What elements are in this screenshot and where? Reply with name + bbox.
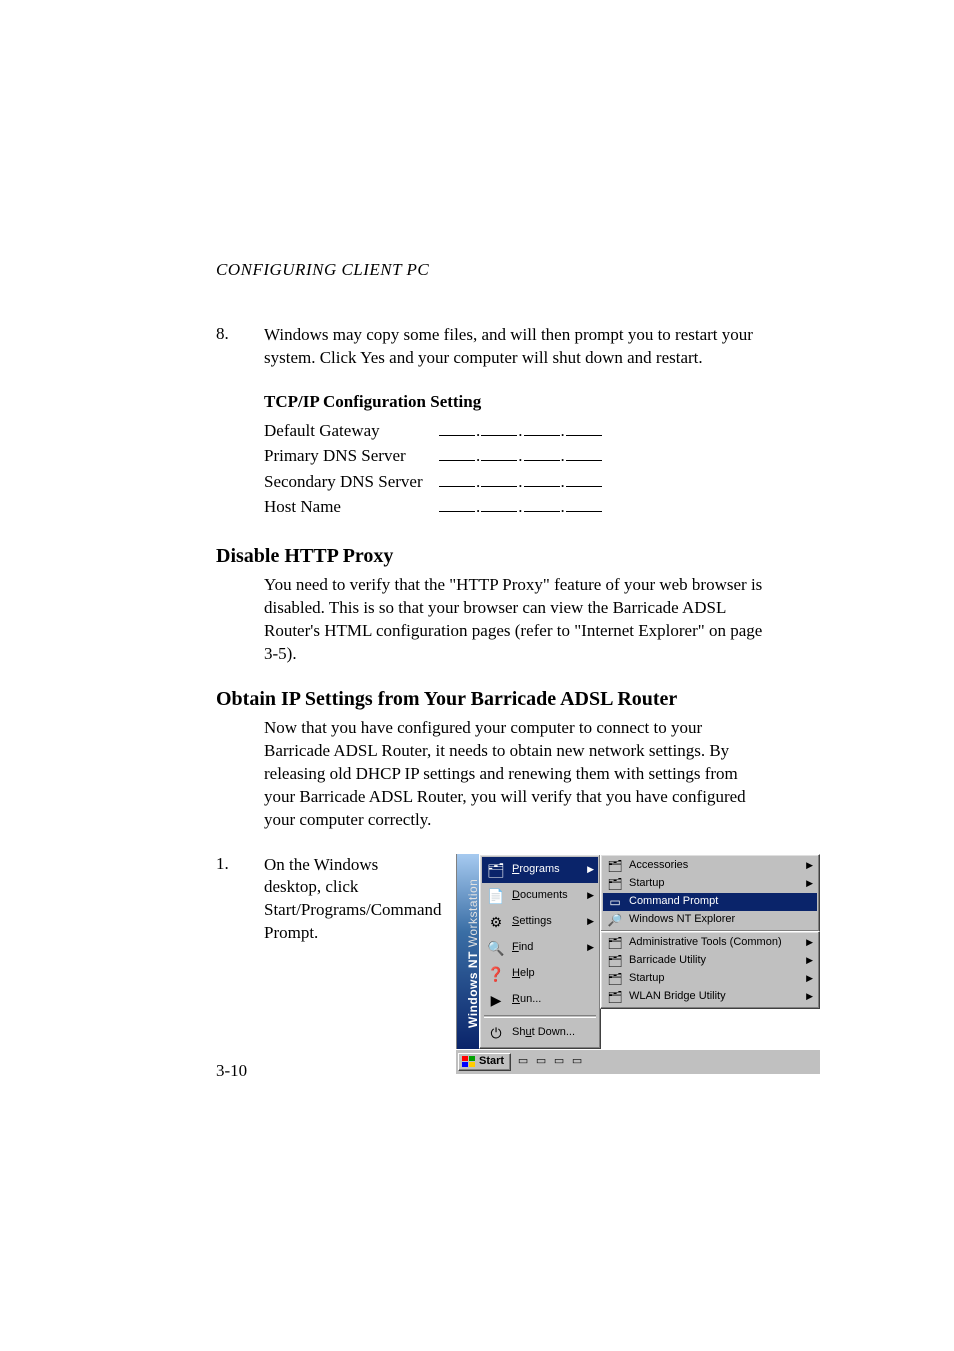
- search-icon: 🔍: [486, 938, 506, 958]
- config-row-gateway: Default Gateway ...: [264, 420, 764, 441]
- submenu-arrow-icon: ▶: [806, 956, 813, 965]
- menu-item-startup[interactable]: 🗂 Startup ▶: [603, 970, 817, 988]
- section-heading-proxy: Disable HTTP Proxy: [216, 545, 764, 568]
- menu-item-help[interactable]: ❓ Help: [482, 961, 598, 987]
- list-number: 8.: [216, 324, 246, 370]
- submenu-arrow-icon: ▶: [806, 992, 813, 1001]
- ip-blanks: ...: [439, 470, 602, 491]
- folder-icon: 🗂: [486, 860, 506, 880]
- document-page: CONFIGURING CLIENT PC 8. Windows may cop…: [0, 0, 954, 1351]
- programs-submenu-top: 🗂 Accessories ▶ 🗂 Startup ▶ ▭ Command Prompt 🔎 Wi…: [600, 854, 820, 932]
- quick-launch: ▭ ▭ ▭ ▭: [515, 1054, 585, 1070]
- ip-blanks: ...: [439, 445, 602, 466]
- menu-label: Startup: [629, 878, 796, 889]
- quicklaunch-icon[interactable]: ▭: [515, 1054, 531, 1070]
- menu-item-administrative-tools-common[interactable]: 🗂 Administrative Tools (Common) ▶: [603, 934, 817, 952]
- submenu-arrow-icon: ▶: [587, 943, 594, 952]
- menu-item-shutdown[interactable]: ⏻ Shut Down...: [482, 1020, 598, 1046]
- quicklaunch-icon[interactable]: ▭: [551, 1054, 567, 1070]
- menu-item-accessories[interactable]: 🗂 Accessories ▶: [603, 857, 817, 875]
- start-label: Start: [479, 1056, 504, 1067]
- start-menu-screenshot: Windows NT Workstation 🗂 Programs ▶ 📄 Docume…: [456, 854, 820, 1074]
- folder-icon: 🗂: [607, 935, 623, 951]
- config-label: Secondary DNS Server: [264, 472, 439, 492]
- quicklaunch-icon[interactable]: ▭: [533, 1054, 549, 1070]
- settings-icon: ⚙: [486, 912, 506, 932]
- submenu-arrow-icon: ▶: [806, 861, 813, 870]
- folder-icon: 🗂: [607, 989, 623, 1005]
- menu-item-barricade-utility[interactable]: 🗂 Barricade Utility ▶: [603, 952, 817, 970]
- page-number: 3-10: [216, 1061, 247, 1081]
- menu-separator: [484, 1015, 596, 1018]
- menu-label: Run...: [512, 994, 594, 1005]
- menu-label: Programs: [512, 864, 577, 875]
- menu-item-command-prompt[interactable]: ▭ Command Prompt: [603, 893, 817, 911]
- folder-icon: 🗂: [607, 953, 623, 969]
- banner-light: Workstation: [466, 878, 480, 950]
- menu-item-programs[interactable]: 🗂 Programs ▶: [482, 857, 598, 883]
- menu-label: Administrative Tools (Common): [629, 937, 796, 948]
- programs-submenu-bottom: 🗂 Administrative Tools (Common) ▶ 🗂 Barricad…: [600, 931, 820, 1009]
- config-row-host-name: Host Name ...: [264, 496, 764, 517]
- list-number: 1.: [216, 854, 246, 946]
- menu-item-run[interactable]: ▶ Run...: [482, 987, 598, 1013]
- menu-label: Accessories: [629, 860, 796, 871]
- menu-item-startup[interactable]: 🗂 Startup ▶: [603, 875, 817, 893]
- menu-item-wlan-bridge-utility[interactable]: 🗂 WLAN Bridge Utility ▶: [603, 988, 817, 1006]
- start-button[interactable]: Start: [458, 1053, 511, 1071]
- submenu-arrow-icon: ▶: [587, 891, 594, 900]
- document-icon: 📄: [486, 886, 506, 906]
- submenu-arrow-icon: ▶: [587, 865, 594, 874]
- list-text: Windows may copy some files, and will th…: [264, 324, 764, 370]
- cmd-icon: ▭: [607, 894, 623, 910]
- banner-bold: Windows NT: [466, 951, 480, 1028]
- obtain-paragraph: Now that you have configured your comput…: [264, 717, 764, 832]
- menu-label: Windows NT Explorer: [629, 914, 813, 925]
- menu-label: Startup: [629, 973, 796, 984]
- taskbar: Start ▭ ▭ ▭ ▭: [456, 1049, 820, 1074]
- config-label: Default Gateway: [264, 421, 439, 441]
- start-menu-banner: Windows NT Workstation: [456, 854, 479, 1049]
- quicklaunch-icon[interactable]: ▭: [569, 1054, 585, 1070]
- list-item-8: 8. Windows may copy some files, and will…: [216, 324, 764, 370]
- config-heading: TCP/IP Configuration Setting: [264, 392, 764, 412]
- start-menu-left-column: 🗂 Programs ▶ 📄 Documents ▶ ⚙ Settings ▶ 🔍 Find ▶ ❓ He…: [479, 854, 601, 1049]
- config-label: Host Name: [264, 497, 439, 517]
- tcpip-config-block: TCP/IP Configuration Setting Default Gat…: [264, 392, 764, 517]
- menu-label: Documents: [512, 890, 577, 901]
- proxy-paragraph: You need to verify that the "HTTP Proxy"…: [264, 574, 764, 666]
- menu-label: Settings: [512, 916, 577, 927]
- config-row-primary-dns: Primary DNS Server ...: [264, 445, 764, 466]
- ip-blanks: ...: [439, 496, 602, 517]
- folder-icon: 🗂: [607, 876, 623, 892]
- run-icon: ▶: [486, 990, 506, 1010]
- list-text: On the Windows desktop, click Start/Prog…: [264, 854, 434, 946]
- power-icon: ⏻: [486, 1023, 506, 1043]
- submenu-arrow-icon: ▶: [806, 938, 813, 947]
- menu-item-settings[interactable]: ⚙ Settings ▶: [482, 909, 598, 935]
- windows-flag-icon: [462, 1056, 476, 1068]
- explorer-icon: 🔎: [607, 912, 623, 928]
- submenu-arrow-icon: ▶: [587, 917, 594, 926]
- config-label: Primary DNS Server: [264, 446, 439, 466]
- menu-label: WLAN Bridge Utility: [629, 991, 796, 1002]
- menu-item-documents[interactable]: 📄 Documents ▶: [482, 883, 598, 909]
- submenu-arrow-icon: ▶: [806, 879, 813, 888]
- folder-icon: 🗂: [607, 971, 623, 987]
- ip-blanks: ...: [439, 420, 602, 441]
- config-row-secondary-dns: Secondary DNS Server ...: [264, 470, 764, 491]
- menu-item-windows-nt-explorer[interactable]: 🔎 Windows NT Explorer: [603, 911, 817, 929]
- help-icon: ❓: [486, 964, 506, 984]
- running-header: CONFIGURING CLIENT PC: [216, 260, 764, 280]
- menu-label: Barricade Utility: [629, 955, 796, 966]
- section-heading-obtain-ip: Obtain IP Settings from Your Barricade A…: [216, 688, 764, 711]
- menu-label: Command Prompt: [629, 896, 813, 907]
- menu-label: Shut Down...: [512, 1027, 594, 1038]
- menu-label: Help: [512, 968, 594, 979]
- menu-item-find[interactable]: 🔍 Find ▶: [482, 935, 598, 961]
- menu-label: Find: [512, 942, 577, 953]
- folder-icon: 🗂: [607, 858, 623, 874]
- step-1-row: 1. On the Windows desktop, click Start/P…: [216, 854, 764, 1074]
- submenu-arrow-icon: ▶: [806, 974, 813, 983]
